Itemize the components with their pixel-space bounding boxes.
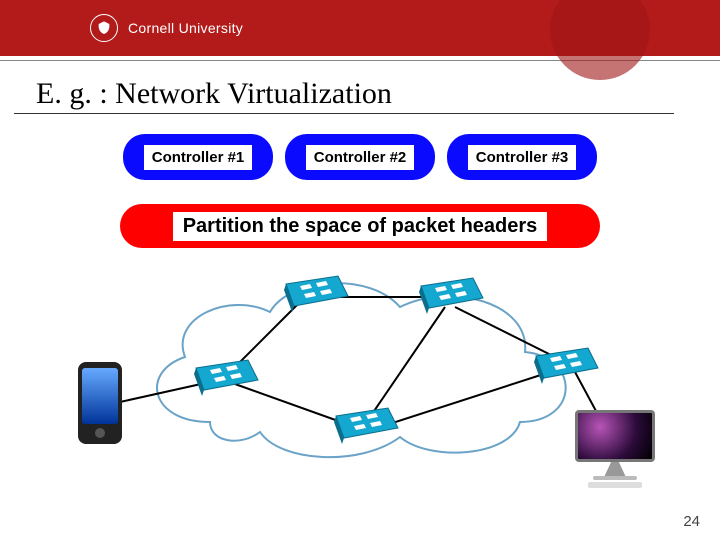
controllers-row: Controller #1 Controller #2 Controller #… bbox=[0, 134, 720, 180]
desktop-screen bbox=[575, 410, 655, 462]
desktop-computer-icon bbox=[570, 410, 660, 496]
controller-box-2: Controller #2 bbox=[285, 134, 435, 180]
cornell-seal-icon bbox=[90, 14, 118, 42]
university-name: Cornell University bbox=[128, 20, 243, 36]
switch-icon bbox=[330, 404, 400, 444]
header-bar: Cornell University bbox=[0, 0, 720, 56]
switch-icon bbox=[190, 356, 260, 396]
desktop-base bbox=[593, 476, 637, 480]
controller-box-3: Controller #3 bbox=[447, 134, 597, 180]
smartphone-home-button-icon bbox=[95, 428, 105, 438]
controller-label: Controller #3 bbox=[468, 145, 577, 170]
partition-box: Partition the space of packet headers bbox=[120, 204, 600, 248]
switch-icon bbox=[280, 272, 350, 312]
desktop-stand bbox=[602, 462, 628, 476]
page-number: 24 bbox=[683, 513, 700, 530]
smartphone-screen bbox=[82, 368, 118, 424]
controller-label: Controller #1 bbox=[144, 145, 253, 170]
switch-icon bbox=[415, 274, 485, 314]
keyboard-icon bbox=[588, 482, 642, 488]
controller-label: Controller #2 bbox=[306, 145, 415, 170]
partition-label: Partition the space of packet headers bbox=[173, 212, 548, 241]
controller-box-1: Controller #1 bbox=[123, 134, 273, 180]
smartphone-icon bbox=[78, 362, 122, 444]
diagram-canvas bbox=[0, 252, 720, 512]
switch-icon bbox=[530, 344, 600, 384]
